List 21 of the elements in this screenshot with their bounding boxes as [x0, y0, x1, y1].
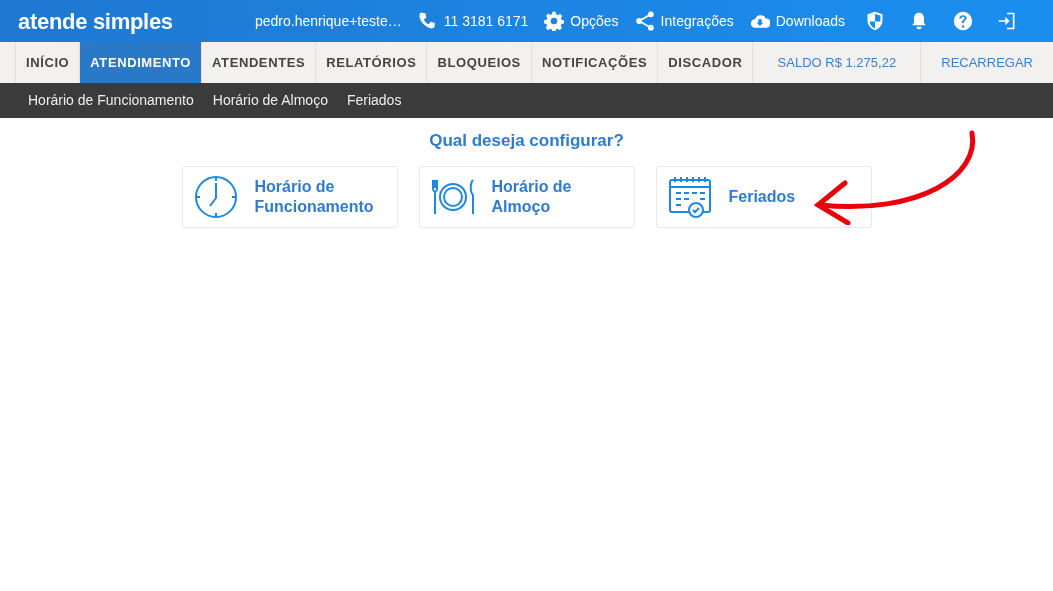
option-card[interactable]: Feriados: [655, 165, 872, 228]
header-link[interactable]: Opções: [544, 10, 619, 32]
help-icon[interactable]: [953, 11, 973, 31]
subnav-link[interactable]: Feriados: [346, 90, 402, 111]
header-link[interactable]: 11 3181 6171: [417, 10, 529, 32]
shield-icon[interactable]: [865, 11, 885, 31]
header-link[interactable]: Downloads: [749, 10, 845, 32]
logout-icon[interactable]: [997, 11, 1017, 31]
share-icon: [634, 11, 655, 31]
option-card[interactable]: Horário de Almoço: [418, 165, 635, 228]
phone-icon: [417, 11, 438, 31]
option-card[interactable]: Horário de Funcionamento: [181, 165, 398, 228]
user-link[interactable]: pedro.henrique+teste…: [255, 10, 402, 32]
settings-icon: [544, 11, 565, 31]
logo: atende simples: [18, 7, 173, 36]
question-heading: Qual deseja configurar?: [429, 130, 624, 152]
nav-tab[interactable]: ATENDIMENTO: [79, 42, 202, 83]
header-link[interactable]: Integrações: [634, 10, 734, 32]
subnav-link[interactable]: Horário de Funcionamento: [28, 90, 194, 111]
clock-icon: [192, 173, 239, 220]
subnav-link[interactable]: Horário de Almoço: [212, 90, 328, 111]
